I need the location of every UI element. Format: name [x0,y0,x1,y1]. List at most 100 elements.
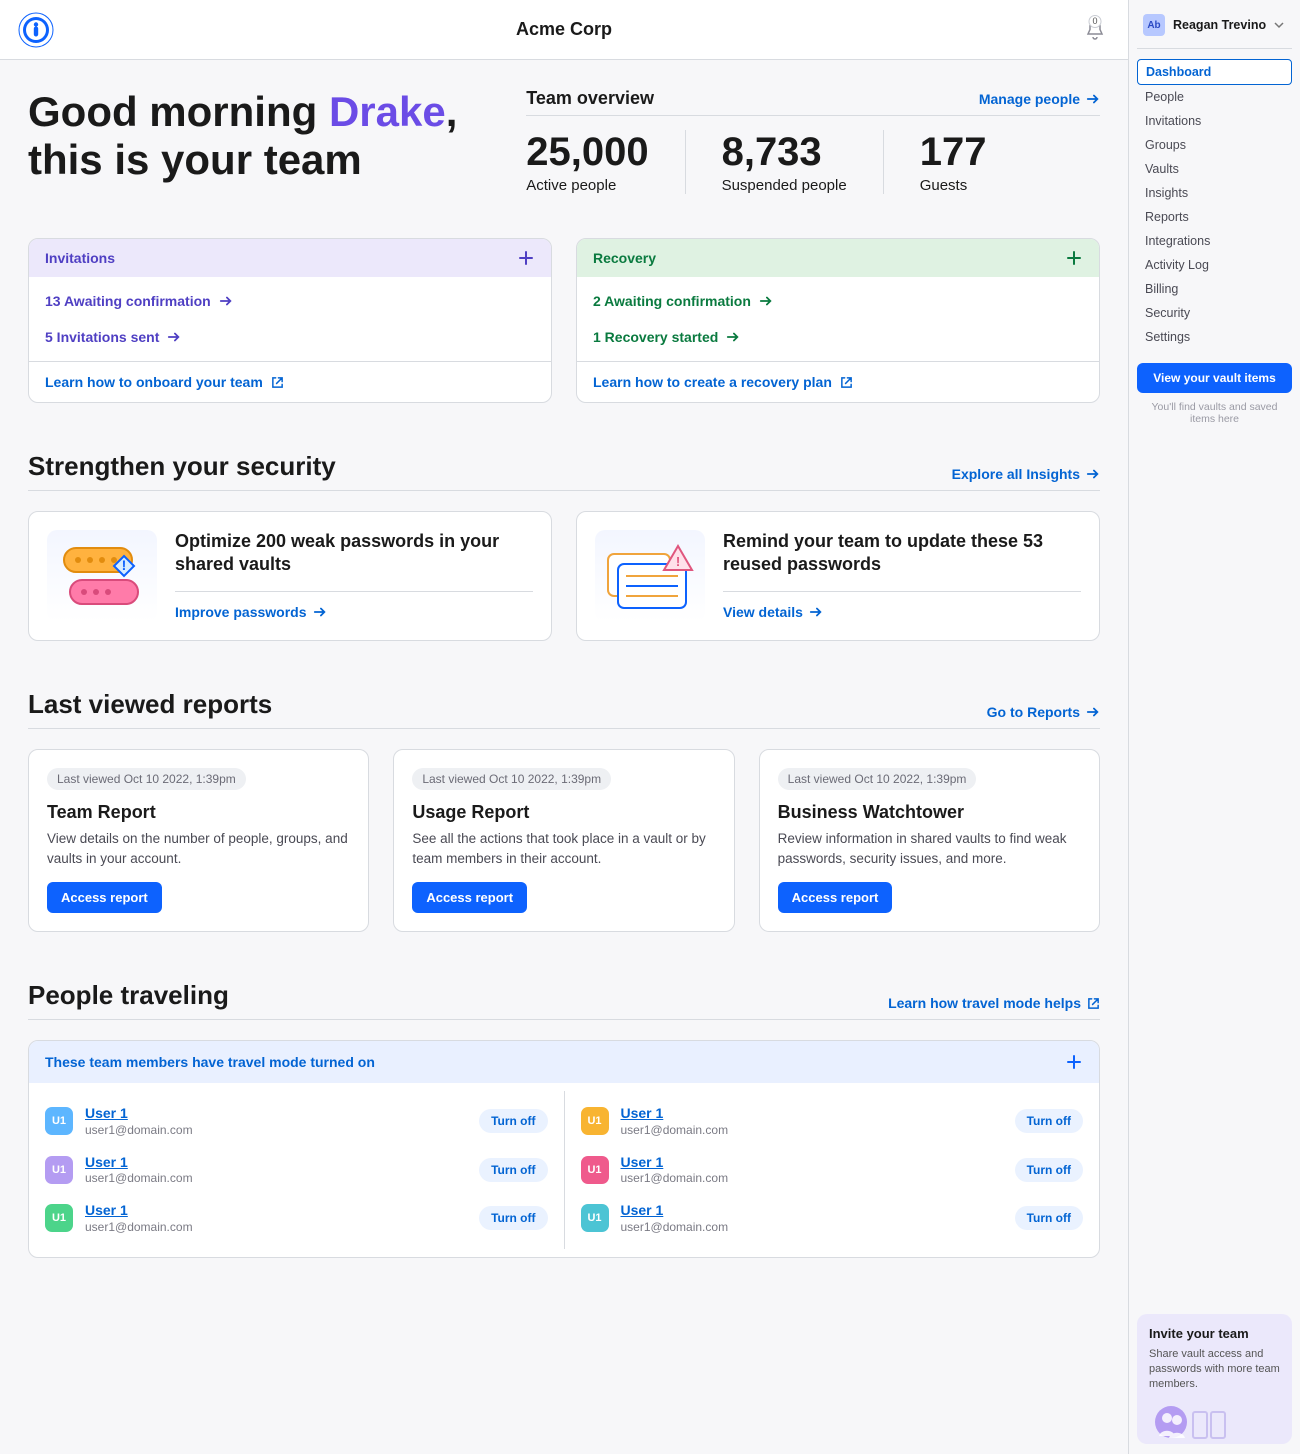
external-link-icon [840,376,853,389]
user-email: user1@domain.com [85,1171,467,1186]
reused-password-icon: ! [595,530,705,622]
view-details-link[interactable]: View details [723,604,823,620]
recovery-row[interactable]: 1 Recovery started [593,319,1083,355]
travel-user-row: U1User 1user1@domain.comTurn off [581,1194,1084,1243]
recovery-row[interactable]: 2 Awaiting confirmation [593,283,1083,319]
manage-people-link[interactable]: Manage people [979,91,1100,107]
invitation-row[interactable]: 13 Awaiting confirmation [45,283,535,319]
user-email: user1@domain.com [621,1171,1003,1186]
external-link-icon [271,376,284,389]
user-link[interactable]: User 1 [621,1154,1003,1172]
chevron-down-icon [1274,20,1284,30]
invitation-row[interactable]: 5 Invitations sent [45,319,535,355]
recovery-add-button[interactable] [1065,249,1083,267]
security-section: Strengthen your security Explore all Ins… [28,451,1100,641]
sidebar-item-reports[interactable]: Reports [1137,205,1292,229]
user-email: user1@domain.com [85,1123,467,1138]
turn-off-button[interactable]: Turn off [479,1109,547,1133]
sidebar-item-settings[interactable]: Settings [1137,325,1292,349]
sidebar-item-vaults[interactable]: Vaults [1137,157,1292,181]
turn-off-button[interactable]: Turn off [479,1206,547,1230]
sidebar-item-people[interactable]: People [1137,85,1292,109]
invite-illustration [1149,1402,1280,1440]
security-card-heading: Remind your team to update these 53 reus… [723,530,1081,592]
plus-icon [519,251,533,265]
sidebar-item-groups[interactable]: Groups [1137,133,1292,157]
sidebar-hint: You'll find vaults and saved items here [1137,401,1292,425]
weak-passwords-card: ! Optimize 200 weak passwords in your sh… [28,511,552,641]
go-to-reports-link[interactable]: Go to Reports [987,704,1100,720]
travel-head-label: These team members have travel mode turn… [45,1054,375,1070]
sidebar-item-invitations[interactable]: Invitations [1137,109,1292,133]
user-link[interactable]: User 1 [85,1105,467,1123]
report-desc: Review information in shared vaults to f… [778,829,1081,868]
brand-logo [18,12,54,48]
greeting: Good morning Drake, this is your team [28,88,478,185]
turn-off-button[interactable]: Turn off [1015,1109,1083,1133]
invite-body: Share vault access and passwords with mo… [1149,1347,1280,1392]
invitations-title: Invitations [45,250,115,266]
stat-guests: 177 Guests [920,130,987,194]
report-card: Last viewed Oct 10 2022, 1:39pmTeam Repo… [28,749,369,932]
user-link[interactable]: User 1 [85,1154,467,1172]
sidebar-item-dashboard[interactable]: Dashboard [1137,59,1292,85]
user-avatar: U1 [45,1107,73,1135]
invite-team-card[interactable]: Invite your team Share vault access and … [1137,1314,1292,1444]
sidebar-item-activity-log[interactable]: Activity Log [1137,253,1292,277]
turn-off-button[interactable]: Turn off [479,1158,547,1182]
arrow-right-icon [759,294,773,308]
sidebar-item-security[interactable]: Security [1137,301,1292,325]
learn-onboard-link[interactable]: Learn how to onboard your team [29,361,551,402]
arrow-right-icon [313,605,327,619]
travel-title: People traveling [28,980,229,1011]
learn-travel-link[interactable]: Learn how travel mode helps [888,995,1100,1011]
sidebar-item-integrations[interactable]: Integrations [1137,229,1292,253]
user-avatar: U1 [581,1156,609,1184]
travel-user-row: U1 User 1user1@domain.com Turn off [45,1097,548,1146]
access-report-button[interactable]: Access report [412,882,527,913]
recovery-title: Recovery [593,250,656,266]
access-report-button[interactable]: Access report [778,882,893,913]
learn-recovery-link[interactable]: Learn how to create a recovery plan [577,361,1099,402]
security-title: Strengthen your security [28,451,336,482]
turn-off-button[interactable]: Turn off [1015,1206,1083,1230]
plus-icon [1067,1055,1081,1069]
arrow-right-icon [809,605,823,619]
notifications-button[interactable]: 0 [1082,17,1108,43]
arrow-right-icon [219,294,233,308]
arrow-right-icon [726,330,740,344]
report-name: Team Report [47,802,350,823]
access-report-button[interactable]: Access report [47,882,162,913]
travel-section: People traveling Learn how travel mode h… [28,980,1100,1258]
user-avatar: U1 [581,1204,609,1232]
report-desc: View details on the number of people, gr… [47,829,350,868]
user-link[interactable]: User 1 [621,1105,1003,1123]
user-avatar: Ab [1143,14,1165,36]
svg-text:!: ! [676,554,680,569]
notification-count: 0 [1088,15,1101,28]
svg-text:!: ! [122,557,127,573]
brand-name: Acme Corp [516,19,612,40]
travel-add-button[interactable] [1065,1053,1083,1071]
reused-passwords-card: ! Remind your team to update these 53 re… [576,511,1100,641]
stat-active: 25,000 Active people [526,130,685,194]
view-vault-button[interactable]: View your vault items [1137,363,1292,393]
invitations-add-button[interactable] [517,249,535,267]
report-name: Business Watchtower [778,802,1081,823]
turn-off-button[interactable]: Turn off [1015,1158,1083,1182]
user-avatar: U1 [581,1107,609,1135]
weak-password-icon: ! [47,530,157,622]
user-link[interactable]: User 1 [85,1202,467,1220]
user-menu[interactable]: Ab Reagan Trevino [1137,10,1292,48]
sidebar-item-insights[interactable]: Insights [1137,181,1292,205]
improve-passwords-link[interactable]: Improve passwords [175,604,327,620]
travel-user-row: U1User 1user1@domain.comTurn off [581,1097,1084,1146]
arrow-right-icon [1086,467,1100,481]
app-header: Acme Corp 0 [0,0,1128,60]
explore-insights-link[interactable]: Explore all Insights [952,466,1100,482]
sidebar-item-billing[interactable]: Billing [1137,277,1292,301]
greeting-name: Drake [329,88,446,135]
security-card-heading: Optimize 200 weak passwords in your shar… [175,530,533,592]
travel-user-row: U1User 1user1@domain.comTurn off [45,1146,548,1195]
user-link[interactable]: User 1 [621,1202,1003,1220]
